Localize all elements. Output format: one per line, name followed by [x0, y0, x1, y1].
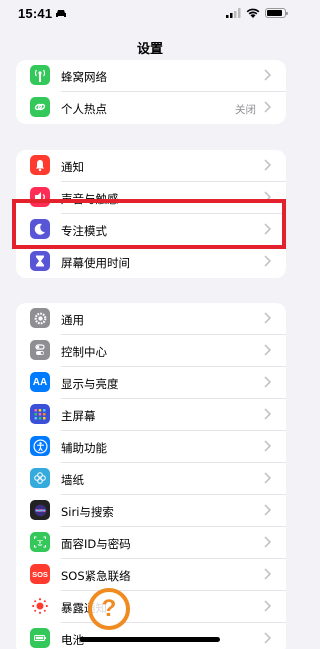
row-accessibility[interactable]: 辅助功能: [16, 431, 286, 463]
wifi-icon: [246, 8, 260, 18]
status-bar: 15:41: [0, 0, 300, 30]
accessibility-icon: [30, 436, 50, 456]
row-label: SOS紧急联络: [61, 569, 131, 583]
signal-icon: [226, 8, 241, 18]
help-badge[interactable]: ?: [88, 588, 130, 630]
row-label: 通用: [61, 313, 84, 327]
chevron-right-icon: [264, 440, 271, 452]
gear-icon: [30, 308, 50, 328]
row-cellular[interactable]: 蜂窝网络: [16, 60, 286, 92]
bell-icon: [30, 155, 50, 175]
home-grid-icon: [30, 404, 50, 424]
chevron-right-icon: [264, 600, 271, 612]
chevron-right-icon: [264, 472, 271, 484]
status-time: 15:41: [18, 6, 53, 21]
row-value: 关闭: [235, 104, 256, 116]
sos-icon: SOS: [30, 564, 50, 584]
row-label: 屏幕使用时间: [61, 256, 130, 270]
siri-icon: [30, 500, 50, 520]
chevron-right-icon: [264, 504, 271, 516]
row-notifications[interactable]: 通知: [16, 150, 286, 182]
chevron-right-icon: [264, 159, 271, 171]
hourglass-icon: [30, 251, 50, 271]
chevron-right-icon: [264, 312, 271, 324]
status-indicators: [226, 8, 288, 18]
row-label: 墙纸: [61, 473, 84, 487]
row-home-screen[interactable]: 主屏幕: [16, 399, 286, 431]
row-wallpaper[interactable]: 墙纸: [16, 463, 286, 495]
row-hotspot[interactable]: 个人热点 关闭: [16, 92, 286, 124]
chevron-right-icon: [264, 69, 271, 81]
home-indicator[interactable]: [80, 637, 220, 642]
toggles-icon: [30, 340, 50, 360]
row-exposure[interactable]: 暴露通知: [16, 591, 286, 623]
chevron-right-icon: [264, 376, 271, 388]
battery-icon: [30, 628, 50, 648]
row-label: 主屏幕: [61, 409, 96, 423]
flower-icon: [30, 468, 50, 488]
row-control-center[interactable]: 控制中心: [16, 335, 286, 367]
chevron-right-icon: [264, 632, 271, 644]
row-screen-time[interactable]: 屏幕使用时间: [16, 246, 286, 278]
row-display[interactable]: AA 显示与亮度: [16, 367, 286, 399]
row-label: 个人热点: [61, 102, 107, 116]
settings-group-network: 蜂窝网络 个人热点 关闭: [16, 60, 286, 124]
row-label: 蜂窝网络: [61, 70, 107, 84]
row-label: 面容ID与密码: [61, 537, 131, 551]
row-label: 控制中心: [61, 345, 107, 359]
car-icon: [56, 10, 66, 17]
chevron-right-icon: [264, 344, 271, 356]
row-label: 通知: [61, 160, 84, 174]
face-id-icon: [30, 532, 50, 552]
chevron-right-icon: [264, 255, 271, 267]
page-title: 设置: [136, 42, 163, 57]
text-size-icon: AA: [30, 372, 50, 392]
battery-fill: [267, 10, 283, 16]
exposure-icon: [30, 596, 50, 616]
chevron-right-icon: [264, 101, 271, 113]
chevron-right-icon: [264, 536, 271, 548]
chevron-right-icon: [264, 568, 271, 580]
row-label: Siri与搜索: [61, 505, 114, 519]
row-battery[interactable]: 电池: [16, 623, 286, 649]
highlight-box: [12, 199, 286, 249]
antenna-icon: [30, 65, 50, 85]
row-general[interactable]: 通用: [16, 303, 286, 335]
chevron-right-icon: [264, 408, 271, 420]
row-label: 辅助功能: [61, 441, 107, 455]
row-label: 显示与亮度: [61, 377, 119, 391]
battery-indicator: [265, 8, 288, 18]
link-icon: [30, 97, 50, 117]
row-face-id[interactable]: 面容ID与密码: [16, 527, 286, 559]
settings-group-general: 通用 控制中心 AA 显示与亮度 主屏幕 辅助功能 墙纸 Siri与搜索 面容I…: [16, 303, 286, 649]
row-siri[interactable]: Siri与搜索: [16, 495, 286, 527]
row-sos[interactable]: SOS SOS紧急联络: [16, 559, 286, 591]
